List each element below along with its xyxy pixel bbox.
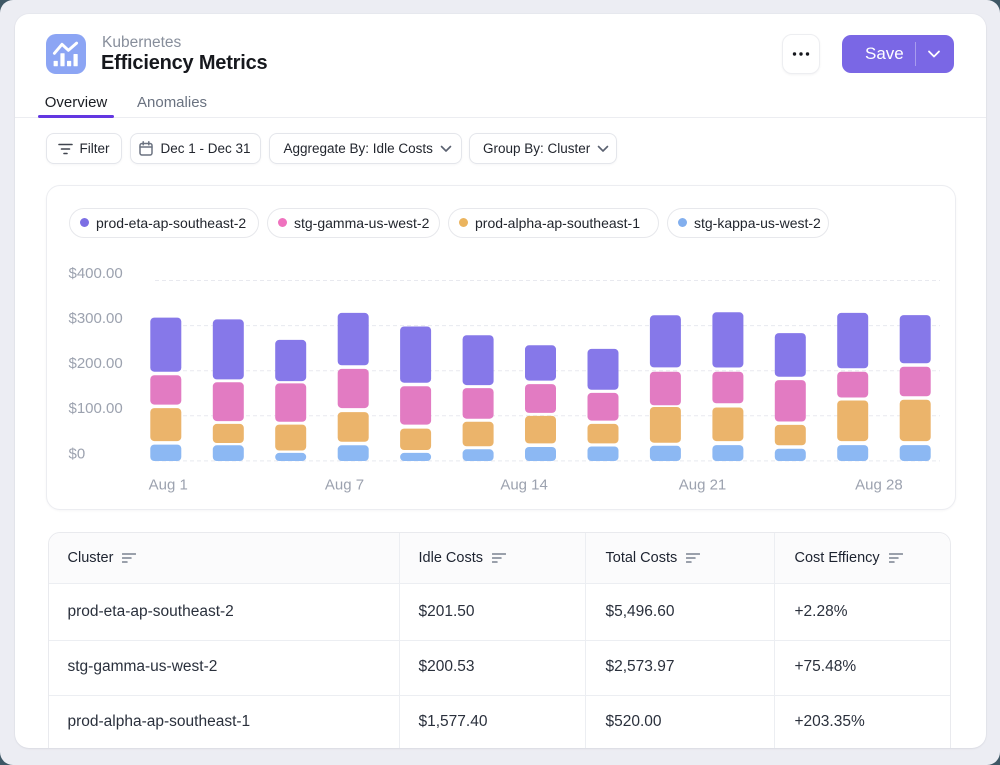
svg-text:$200.00: $200.00: [68, 355, 122, 372]
svg-text:Aug 1: Aug 1: [148, 476, 187, 493]
svg-text:$400.00: $400.00: [68, 264, 122, 281]
svg-text:$100.00: $100.00: [68, 400, 122, 417]
svg-text:Aug 28: Aug 28: [855, 476, 903, 493]
svg-text:Aug 21: Aug 21: [678, 476, 726, 493]
svg-text:$0: $0: [68, 445, 85, 462]
svg-text:Aug 7: Aug 7: [324, 476, 363, 493]
svg-text:Aug 14: Aug 14: [500, 476, 548, 493]
svg-text:$300.00: $300.00: [68, 310, 122, 327]
